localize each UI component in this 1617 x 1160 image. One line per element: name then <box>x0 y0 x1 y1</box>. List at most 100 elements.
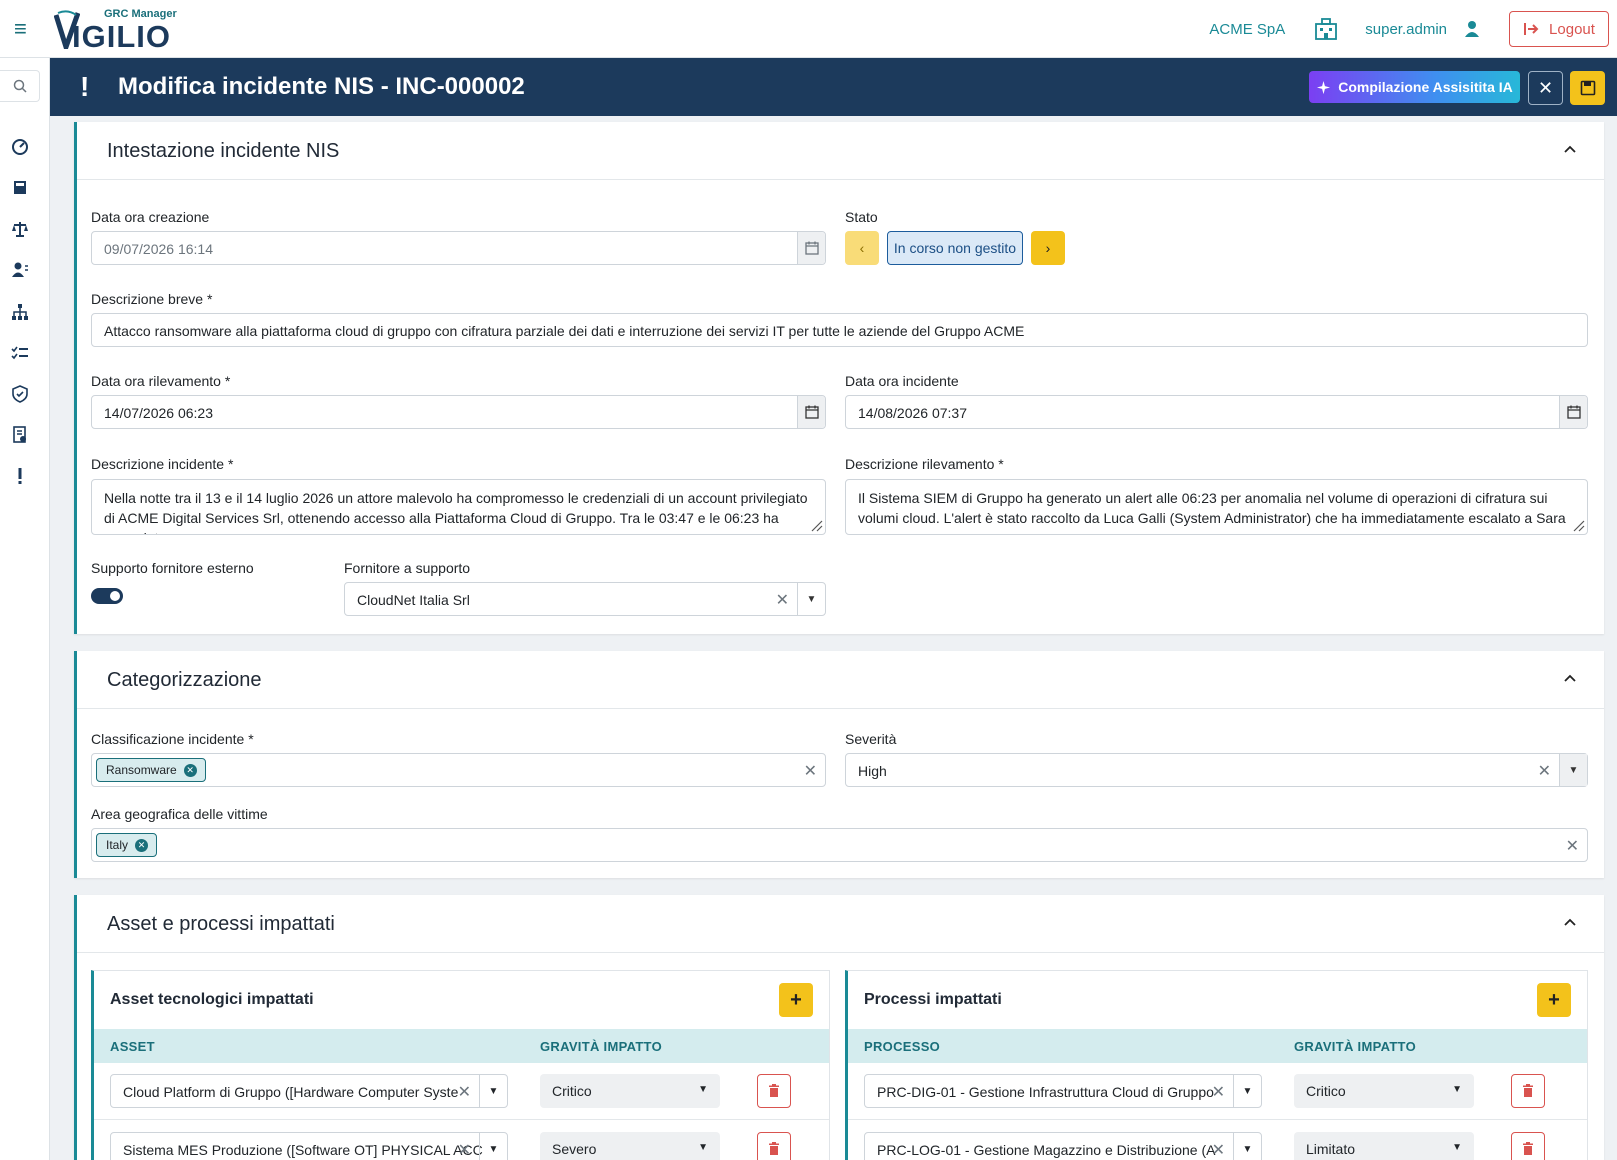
delete-row-button[interactable] <box>757 1132 791 1160</box>
data-incidente-value: 14/08/2026 07:37 <box>858 405 967 421</box>
panel-title: Intestazione incidente NIS <box>107 140 340 162</box>
dropdown-arrow-icon[interactable]: ▼ <box>1233 1133 1261 1160</box>
severita-select[interactable]: High ✕ ▼ <box>845 753 1588 787</box>
gravita-value: Severo <box>552 1141 597 1157</box>
clear-icon[interactable]: ✕ <box>1212 1082 1225 1102</box>
report-audit-icon[interactable] <box>11 426 29 444</box>
username-link[interactable]: super.admin <box>1365 21 1447 38</box>
clear-icon[interactable]: ✕ <box>1538 761 1551 781</box>
processo-select[interactable]: PRC-LOG-01 - Gestione Magazzino e Distri… <box>864 1132 1262 1160</box>
severita-value: High <box>858 763 887 779</box>
calendar-icon[interactable] <box>797 396 825 428</box>
save-icon <box>1580 80 1595 96</box>
close-icon: ✕ <box>1537 77 1554 98</box>
stato-value-badge: In corso non gestito <box>887 231 1023 265</box>
gravita-select[interactable]: Critico ▼ <box>540 1074 720 1108</box>
user-icon[interactable] <box>1463 20 1481 38</box>
resize-handle-icon[interactable] <box>1571 518 1585 532</box>
clear-icon[interactable]: ✕ <box>458 1082 471 1102</box>
delete-row-button[interactable] <box>757 1074 791 1108</box>
dropdown-arrow-icon[interactable]: ▼ <box>479 1075 507 1107</box>
remove-tag-icon[interactable]: ✕ <box>183 763 197 777</box>
sidebar <box>0 58 50 1160</box>
toggle-knob <box>110 591 120 601</box>
descrizione-incidente-value: Nella notte tra il 13 e il 14 luglio 202… <box>104 490 808 534</box>
chevron-up-icon[interactable] <box>1564 674 1576 682</box>
save-button[interactable] <box>1570 71 1605 105</box>
add-asset-button[interactable]: + <box>779 983 813 1017</box>
calendar-icon[interactable] <box>1559 396 1587 428</box>
chevron-up-icon[interactable] <box>1564 918 1576 926</box>
stato-label: Stato <box>845 209 878 225</box>
data-incidente-input[interactable]: 14/08/2026 07:37 <box>845 395 1588 429</box>
remove-tag-icon[interactable]: ✕ <box>135 838 149 852</box>
fornitore-select[interactable]: CloudNet Italia Srl ✕ ▼ <box>344 582 826 616</box>
resize-handle-icon[interactable] <box>809 518 823 532</box>
delete-row-button[interactable] <box>1511 1132 1545 1160</box>
dashboard-icon[interactable] <box>11 138 29 156</box>
column-header-gravita: GRAVITÀ IMPATTO <box>540 1039 662 1054</box>
chevron-right-icon: › <box>1045 240 1051 256</box>
panel-categorizzazione-header[interactable]: Categorizzazione <box>77 651 1604 709</box>
clear-icon[interactable]: ✕ <box>458 1140 471 1160</box>
panel-asset-processi: Asset e processi impattati Asset tecnolo… <box>74 895 1604 1160</box>
page-header: ! Modifica incidente NIS - INC-000002 Co… <box>50 58 1617 116</box>
gravita-select[interactable]: Severo ▼ <box>540 1132 720 1160</box>
table-row: Sistema MES Produzione ([Software OT] PH… <box>94 1121 829 1160</box>
library-icon[interactable] <box>11 178 29 196</box>
panel-asset-processi-header[interactable]: Asset e processi impattati <box>77 895 1604 953</box>
panel-intestazione-header[interactable]: Intestazione incidente NIS <box>77 122 1604 180</box>
dropdown-arrow-icon[interactable]: ▼ <box>1559 754 1587 786</box>
dropdown-arrow-icon[interactable]: ▼ <box>797 583 825 615</box>
tag-label: Italy <box>106 838 129 852</box>
clear-icon[interactable]: ✕ <box>1212 1140 1225 1160</box>
clear-icon[interactable]: ✕ <box>776 590 789 610</box>
area-geografica-multiselect[interactable]: Italy ✕ ✕ <box>91 828 1588 862</box>
users-list-icon[interactable] <box>11 261 29 279</box>
asset-select[interactable]: Cloud Platform di Gruppo ([Hardware Comp… <box>110 1074 508 1108</box>
top-right-area: ACME SpA super.admin Logout <box>1209 11 1609 47</box>
logo-text: IGILIO <box>72 19 171 54</box>
data-rilevamento-input[interactable]: 14/07/2026 06:23 <box>91 395 826 429</box>
add-processo-button[interactable]: + <box>1537 983 1571 1017</box>
descrizione-breve-input[interactable]: Attacco ransomware alla piattaforma clou… <box>91 313 1588 347</box>
clear-icon[interactable]: ✕ <box>804 761 817 781</box>
close-button[interactable]: ✕ <box>1528 71 1563 105</box>
stato-next-button[interactable]: › <box>1031 231 1065 265</box>
dropdown-arrow-icon[interactable]: ▼ <box>479 1133 507 1160</box>
descrizione-rilevamento-textarea[interactable]: Il Sistema SIEM di Gruppo ha generato un… <box>845 479 1588 535</box>
sparkle-icon <box>1317 80 1331 94</box>
chevron-up-icon[interactable] <box>1564 145 1576 153</box>
clear-icon[interactable]: ✕ <box>1566 836 1579 856</box>
descrizione-incidente-textarea[interactable]: Nella notte tra il 13 e il 14 luglio 202… <box>91 479 826 535</box>
delete-row-button[interactable] <box>1511 1074 1545 1108</box>
logout-button[interactable]: Logout <box>1509 11 1609 47</box>
app-logo[interactable]: GRC Manager IGILIO <box>54 6 184 54</box>
asset-value: Sistema MES Produzione ([Software OT] PH… <box>123 1142 483 1158</box>
sidebar-search-button[interactable] <box>0 70 40 102</box>
stato-prev-button[interactable]: ‹ <box>845 231 879 265</box>
asset-value: Cloud Platform di Gruppo ([Hardware Comp… <box>123 1084 459 1100</box>
dropdown-arrow-icon[interactable]: ▼ <box>1233 1075 1261 1107</box>
org-chart-icon[interactable] <box>11 303 29 321</box>
column-header-gravita: GRAVITÀ IMPATTO <box>1294 1039 1416 1054</box>
severita-label: Severità <box>845 731 897 747</box>
ai-assisted-button[interactable]: Compilazione Assisitita IA <box>1309 71 1520 103</box>
gravita-select[interactable]: Limitato ▼ <box>1294 1132 1474 1160</box>
building-icon[interactable] <box>1313 16 1339 42</box>
incident-exclamation-icon[interactable] <box>11 467 29 485</box>
search-icon <box>13 79 27 93</box>
hamburger-menu-icon[interactable]: ≡ <box>14 17 32 41</box>
compliance-scale-icon[interactable] <box>11 220 29 238</box>
classificazione-multiselect[interactable]: Ransomware ✕ ✕ <box>91 753 826 787</box>
table-header: ASSET GRAVITÀ IMPATTO <box>94 1029 829 1063</box>
processo-select[interactable]: PRC-DIG-01 - Gestione Infrastruttura Clo… <box>864 1074 1262 1108</box>
card-title: Processi impattati <box>864 991 1002 1008</box>
gravita-select[interactable]: Critico ▼ <box>1294 1074 1474 1108</box>
supporto-fornitore-toggle[interactable] <box>91 588 123 604</box>
asset-select[interactable]: Sistema MES Produzione ([Software OT] PH… <box>110 1132 508 1160</box>
company-link[interactable]: ACME SpA <box>1209 21 1285 38</box>
dropdown-arrow-icon: ▼ <box>698 1142 708 1153</box>
shield-check-icon[interactable] <box>11 385 29 403</box>
checklist-icon[interactable] <box>11 344 29 362</box>
